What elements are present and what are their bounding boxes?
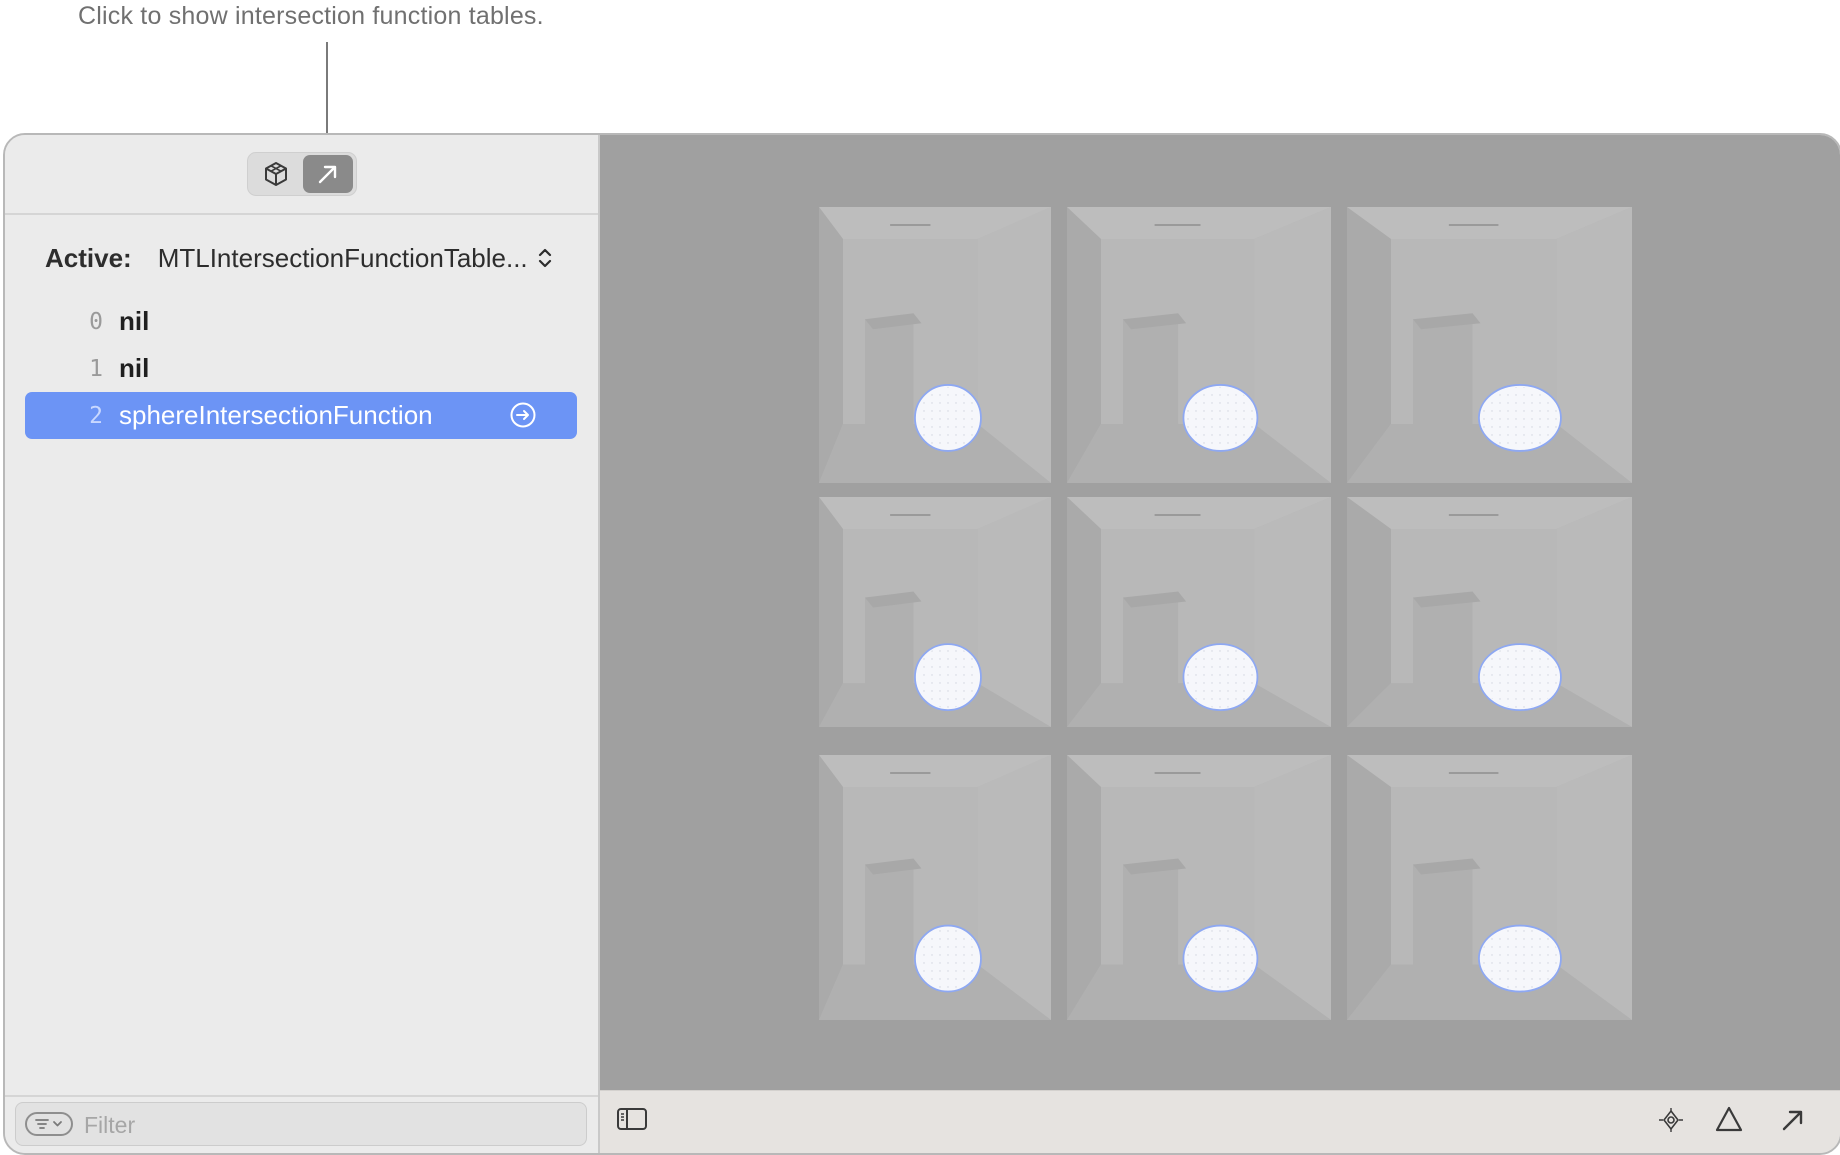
tall-block — [1123, 864, 1179, 975]
sphere-dots — [916, 646, 979, 709]
filter-field[interactable] — [15, 1102, 587, 1146]
tall-block — [1413, 864, 1473, 975]
viewport-bottom-bar — [600, 1090, 1840, 1153]
sphere-dots — [1185, 927, 1256, 990]
filter-icon — [35, 1119, 62, 1129]
sphere-dots — [1480, 927, 1559, 990]
arrow-circle-right-icon — [510, 402, 536, 428]
raytraced-scene-image — [819, 207, 1632, 1020]
list-item-index: 1 — [89, 355, 103, 382]
tall-block — [1123, 319, 1179, 434]
filter-input[interactable] — [82, 1109, 566, 1141]
intersection-function-tables-button[interactable] — [303, 155, 353, 193]
list-item-selected[interactable]: 2 sphereIntersectionFunction — [25, 392, 577, 439]
arrow-up-right-icon — [318, 165, 337, 184]
acceleration-structure-icon — [265, 162, 287, 186]
list-item-name: nil — [119, 353, 150, 383]
sphere-dots — [1185, 646, 1256, 709]
geometry-button[interactable] — [1714, 1105, 1744, 1133]
sidebar-toggle-icon — [617, 1108, 647, 1130]
tall-block — [1413, 597, 1473, 694]
tall-block — [1413, 319, 1473, 434]
go-to-function-button[interactable] — [509, 401, 537, 429]
render-viewport[interactable] — [600, 135, 1840, 1090]
callout-text: Click to show intersection function tabl… — [78, 2, 544, 30]
list-item[interactable]: 0 nil — [25, 298, 577, 345]
sphere-dots — [1480, 386, 1559, 449]
sphere-dots — [1480, 646, 1559, 709]
function-table-list: 0 nil 1 nil 2 sphereIntersectionFunction — [25, 298, 577, 439]
sphere-dots — [916, 927, 979, 990]
focus-icon — [1659, 1108, 1683, 1132]
popup-chevron-icon — [536, 244, 554, 272]
filter-options-button[interactable] — [25, 1112, 73, 1136]
list-item-name: sphereIntersectionFunction — [119, 400, 433, 430]
intersection-functions-button[interactable] — [1778, 1105, 1808, 1135]
active-table-value: MTLIntersectionFunctionTable... — [157, 242, 528, 273]
sidebar: Active: MTLIntersectionFunctionTable... … — [5, 135, 600, 1153]
list-item-index: 0 — [89, 308, 103, 335]
tall-block — [1123, 597, 1179, 694]
triangle-icon — [1715, 1106, 1743, 1132]
list-item[interactable]: 1 nil — [25, 345, 577, 392]
debugger-window: Active: MTLIntersectionFunctionTable... … — [3, 133, 1840, 1155]
active-table-selector[interactable]: Active: MTLIntersectionFunctionTable... — [45, 233, 554, 283]
tall-block — [865, 864, 914, 975]
acceleration-structure-button[interactable] — [251, 155, 301, 193]
arrow-up-right-icon — [1782, 1110, 1803, 1131]
filter-divider — [5, 1095, 598, 1097]
active-label: Active: — [45, 242, 132, 273]
list-item-name: nil — [119, 306, 150, 336]
toggle-sidebar-button[interactable] — [616, 1106, 648, 1132]
tall-block — [865, 597, 914, 694]
sidebar-divider — [5, 213, 598, 215]
view-mode-segmented-control — [247, 152, 357, 196]
tall-block — [865, 319, 914, 434]
sphere-dots — [916, 386, 979, 449]
sphere-dots — [1185, 386, 1256, 449]
focus-button[interactable] — [1658, 1107, 1684, 1133]
list-item-index: 2 — [89, 402, 103, 429]
